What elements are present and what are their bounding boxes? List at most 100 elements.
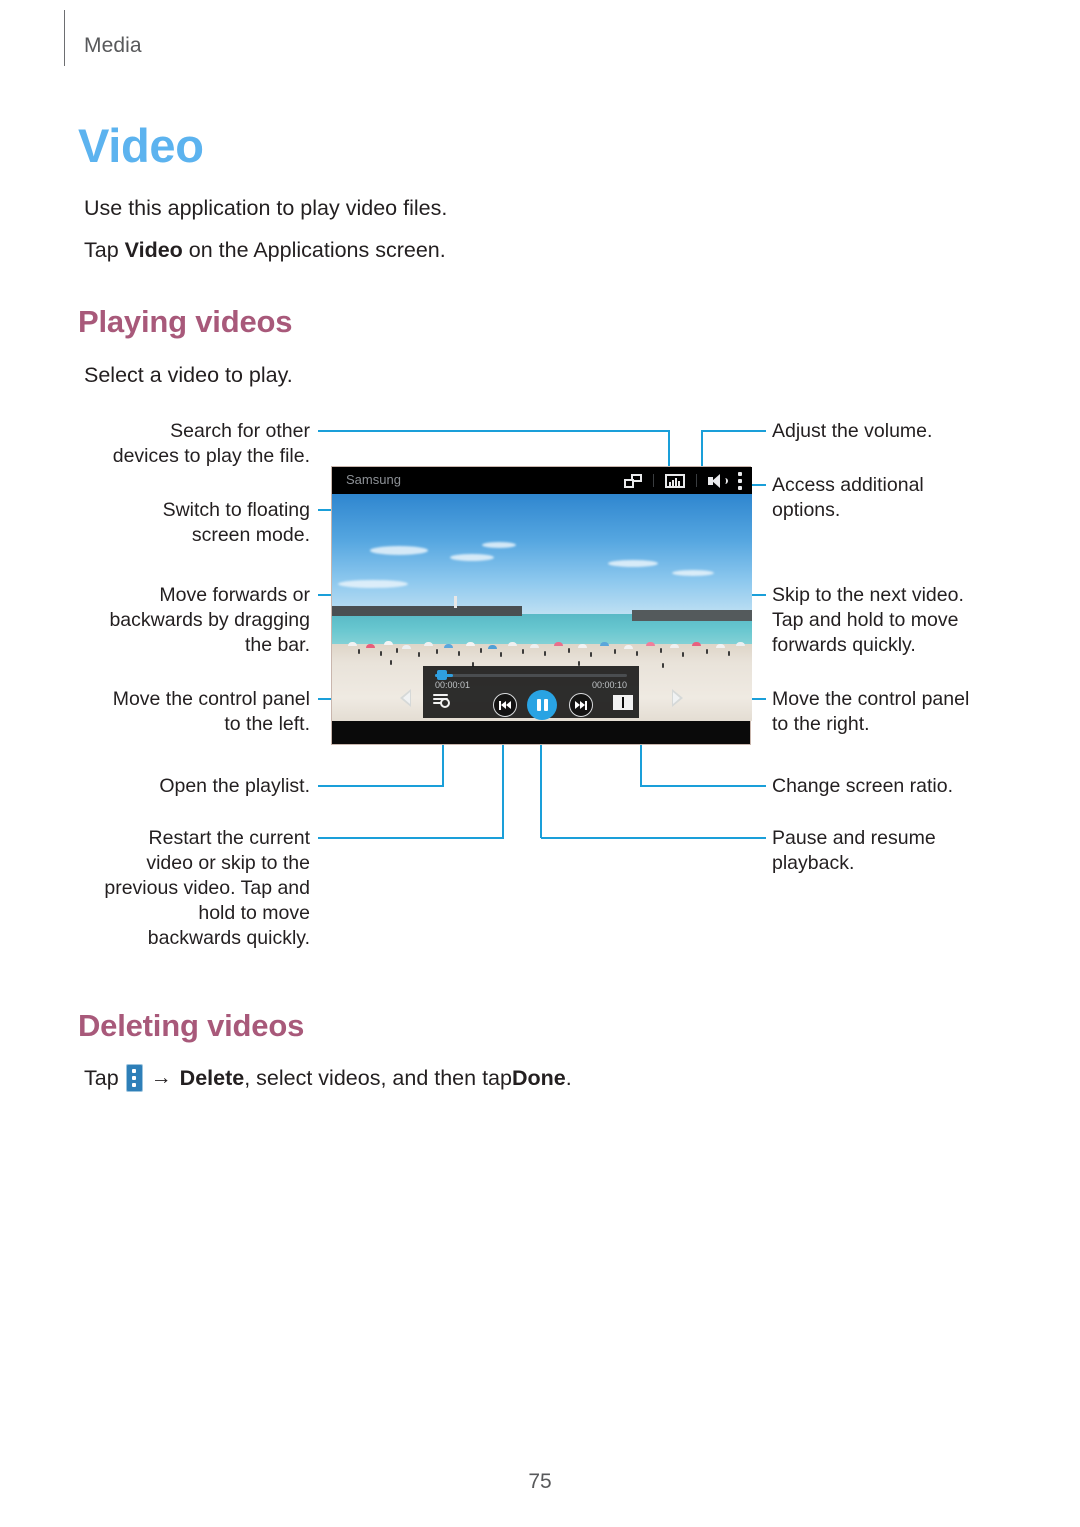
beachgoer <box>544 651 546 656</box>
mirror-bars <box>669 477 680 486</box>
elapsed-time: 00:00:01 <box>435 680 471 690</box>
screen-mirroring-icon[interactable] <box>665 473 685 488</box>
leader-previous-h <box>318 837 504 839</box>
callout-screen-ratio: Change screen ratio. <box>772 774 1022 799</box>
callout-line: Tap and hold to move <box>772 609 959 631</box>
callout-floating-screen: Switch to floating screen mode. <box>60 498 310 548</box>
callout-line: Move the control panel <box>112 688 310 710</box>
callout-panel-left: Move the control panel to the left. <box>60 687 310 737</box>
pause-icon <box>527 690 557 720</box>
overflow-menu-icon[interactable] <box>738 471 742 490</box>
screen-ratio-icon <box>613 695 633 710</box>
callout-line: Adjust the volume. <box>772 420 933 442</box>
callout-pause-resume: Pause and resume playback. <box>772 826 1022 876</box>
video-intro-prefix: Tap <box>84 238 125 262</box>
beach-umbrella <box>670 644 679 648</box>
beach-umbrella <box>384 641 393 645</box>
lighthouse <box>454 596 457 608</box>
tablet-device-mockup: Samsung 00:00:01 00:00:10 <box>331 466 752 745</box>
callout-line: playback. <box>772 852 855 874</box>
next-button[interactable] <box>569 693 593 717</box>
callout-line: hold to move <box>198 902 310 924</box>
beach-umbrella <box>488 645 497 649</box>
callout-previous: Restart the current video or skip to the… <box>60 826 310 951</box>
cloud <box>608 560 658 567</box>
beachgoer <box>436 649 438 654</box>
beach-umbrella <box>646 642 655 646</box>
callout-line: Move the control panel <box>772 688 970 710</box>
callout-line: to the left. <box>224 713 310 735</box>
video-title: Samsung <box>346 472 401 487</box>
callout-next: Skip to the next video. Tap and hold to … <box>772 583 1022 658</box>
volume-icon[interactable] <box>708 473 728 488</box>
status-divider <box>696 474 697 487</box>
cloud <box>450 554 494 561</box>
beach-umbrella <box>624 645 633 649</box>
status-bar-icons <box>624 467 742 494</box>
next-icon <box>569 693 593 717</box>
callout-line: previous video. Tap and <box>104 877 310 899</box>
beach-umbrella <box>508 642 517 646</box>
player-control-panel[interactable]: 00:00:01 00:00:10 <box>423 666 639 720</box>
video-intro-line-1: Use this application to play video files… <box>84 196 448 220</box>
playing-videos-heading: Playing videos <box>78 304 293 339</box>
beach-umbrella <box>424 642 433 646</box>
beach-umbrella <box>444 644 453 648</box>
beachgoer <box>500 652 502 657</box>
popup-play-front <box>624 478 634 488</box>
pause-button[interactable] <box>527 690 557 720</box>
callout-line: Move forwards or <box>159 584 310 606</box>
header-divider <box>64 10 65 66</box>
callout-line: screen mode. <box>191 524 310 546</box>
playlist-button[interactable] <box>433 693 450 708</box>
callout-line: Access additional <box>772 474 924 496</box>
beachgoer <box>728 651 730 656</box>
previous-button[interactable] <box>493 693 517 717</box>
callout-more-options: Access additional options. <box>772 473 1022 523</box>
leader-search-devices-h <box>318 430 670 432</box>
beachgoer <box>614 649 616 654</box>
seek-bar-handle[interactable] <box>437 670 447 680</box>
beachgoer <box>682 652 684 657</box>
video-app-name: Video <box>124 238 183 262</box>
delete-instruction-period: . <box>565 1065 572 1090</box>
beach-umbrella <box>402 645 411 649</box>
callout-search-devices: Search for other devices to play the fil… <box>60 419 310 469</box>
cloud <box>370 546 428 555</box>
status-divider <box>653 474 654 487</box>
beach-umbrella <box>348 642 357 646</box>
beach-umbrella <box>578 644 587 648</box>
leader-volume-h <box>702 430 766 432</box>
callout-line: Restart the current <box>148 827 310 849</box>
beachgoer <box>358 649 360 654</box>
video-intro-suffix: on the Applications screen. <box>182 238 446 262</box>
leader-ratio-h <box>640 785 766 787</box>
breakwater-right <box>632 610 752 621</box>
overflow-menu-icon <box>125 1064 143 1092</box>
callout-line: Change screen ratio. <box>772 775 954 797</box>
previous-icon <box>493 693 517 717</box>
popup-play-icon[interactable] <box>624 473 642 488</box>
beachgoer <box>396 648 398 653</box>
deleting-videos-body: Tap → Delete , select videos, and then t… <box>84 1064 572 1092</box>
beachgoer <box>568 648 570 653</box>
arrow-glyph: → <box>150 1066 172 1089</box>
cloud <box>338 580 408 588</box>
player-buttons <box>423 690 639 720</box>
callout-line: backwards by dragging <box>109 609 310 631</box>
callout-volume: Adjust the volume. <box>772 419 1022 444</box>
seek-bar[interactable] <box>435 674 627 677</box>
beachgoer <box>706 649 708 654</box>
beachgoer <box>458 651 460 656</box>
callout-line: video or skip to the <box>146 852 310 874</box>
beachgoer <box>590 652 592 657</box>
beach-umbrella <box>692 642 701 646</box>
screen-ratio-button[interactable] <box>613 695 633 710</box>
page-title: Video <box>78 119 204 172</box>
playlist-icon <box>433 693 450 708</box>
video-frame[interactable]: 00:00:01 00:00:10 <box>332 494 752 721</box>
beach-umbrella <box>554 642 563 646</box>
callout-line: to the right. <box>772 713 870 735</box>
delete-instruction-middle: , select videos, and then tap <box>244 1065 512 1090</box>
callout-playlist: Open the playlist. <box>60 774 310 799</box>
